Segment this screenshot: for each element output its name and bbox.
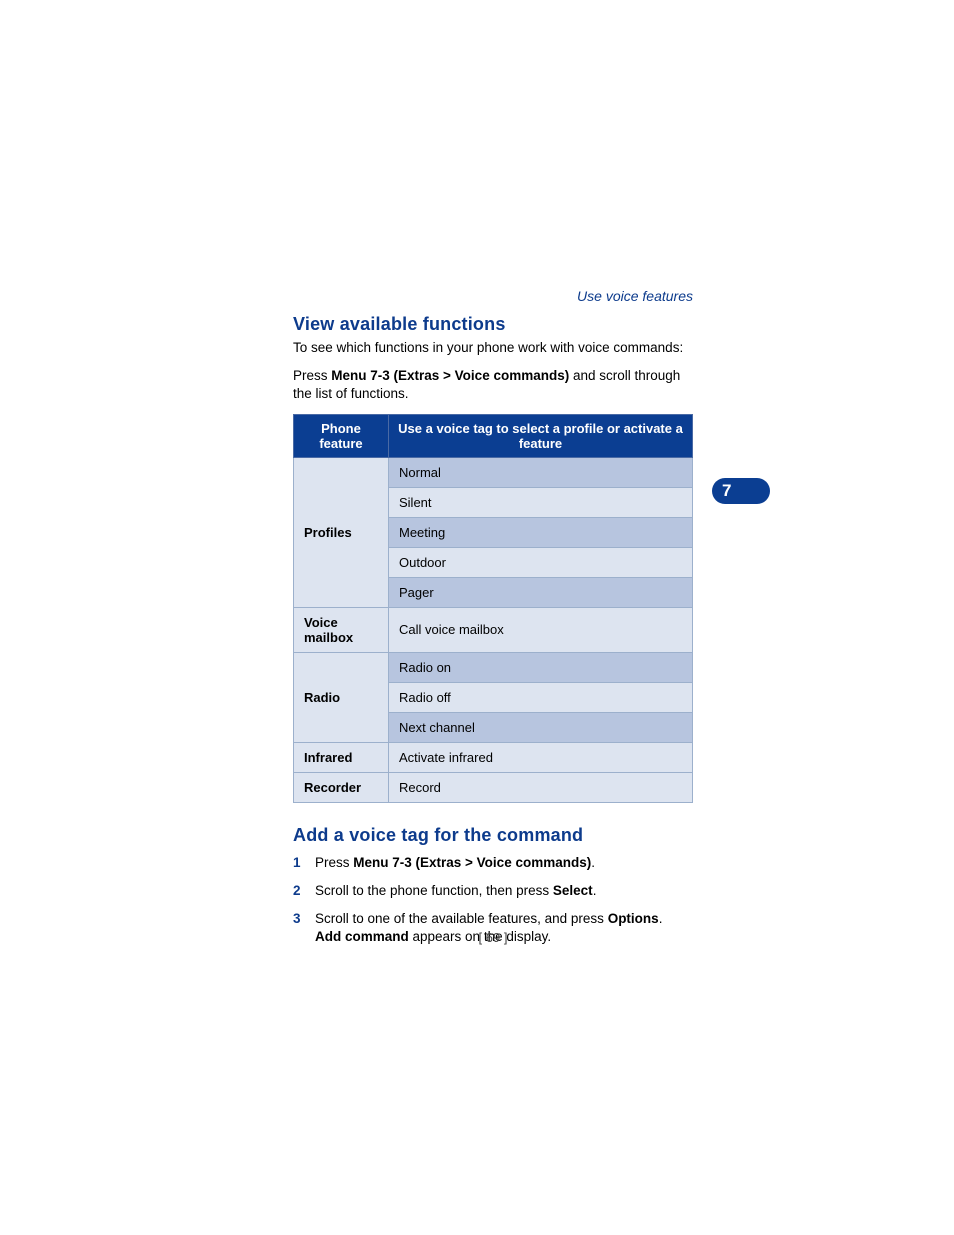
cat-infrared: Infrared [294, 742, 389, 772]
cat-profiles: Profiles [294, 457, 389, 607]
text-fragment: . [591, 855, 595, 870]
cell: Silent [389, 487, 693, 517]
menu-path: Menu 7-3 (Extras > Voice commands) [331, 368, 569, 383]
cat-recorder: Recorder [294, 772, 389, 802]
text-fragment: Scroll to the phone function, then press [315, 883, 553, 898]
step-number: 1 [293, 854, 315, 872]
bold-fragment: Menu 7-3 (Extras > Voice commands) [353, 855, 591, 870]
page-number: [ 69 ] [293, 930, 693, 945]
cell: Record [389, 772, 693, 802]
step-text: Scroll to the phone function, then press… [315, 882, 693, 900]
table-header-row: Phone feature Use a voice tag to select … [294, 414, 693, 457]
text-fragment: Scroll to one of the available features,… [315, 911, 608, 926]
cat-voice-mailbox: Voice mailbox [294, 607, 389, 652]
table-row: Radio Radio on [294, 652, 693, 682]
step-item: 2 Scroll to the phone function, then pre… [293, 882, 693, 900]
text-fragment: . [659, 911, 663, 926]
cell: Radio off [389, 682, 693, 712]
cell: Meeting [389, 517, 693, 547]
intro-text: To see which functions in your phone wor… [293, 339, 693, 357]
cell: Normal [389, 457, 693, 487]
cat-radio: Radio [294, 652, 389, 742]
cell: Outdoor [389, 547, 693, 577]
bold-fragment: Select [553, 883, 593, 898]
text-fragment: Press [293, 368, 331, 383]
table-row: Voice mailbox Call voice mailbox [294, 607, 693, 652]
table-row: Infrared Activate infrared [294, 742, 693, 772]
cell: Call voice mailbox [389, 607, 693, 652]
features-table: Phone feature Use a voice tag to select … [293, 414, 693, 803]
bold-fragment: Options [608, 911, 659, 926]
press-instruction: Press Menu 7-3 (Extras > Voice commands)… [293, 367, 693, 403]
page-content: View available functions To see which fu… [293, 280, 693, 957]
th-voice-tag: Use a voice tag to select a profile or a… [389, 414, 693, 457]
step-item: 1 Press Menu 7-3 (Extras > Voice command… [293, 854, 693, 872]
th-phone-feature: Phone feature [294, 414, 389, 457]
heading-add-voice-tag: Add a voice tag for the command [293, 825, 693, 846]
cell: Radio on [389, 652, 693, 682]
step-text: Press Menu 7-3 (Extras > Voice commands)… [315, 854, 693, 872]
cell: Pager [389, 577, 693, 607]
cell: Next channel [389, 712, 693, 742]
heading-view-functions: View available functions [293, 314, 693, 335]
table-row: Recorder Record [294, 772, 693, 802]
table-row: Profiles Normal [294, 457, 693, 487]
text-fragment: . [593, 883, 597, 898]
text-fragment: Press [315, 855, 353, 870]
step-number: 2 [293, 882, 315, 900]
chapter-tab: 7 [712, 478, 770, 504]
cell: Activate infrared [389, 742, 693, 772]
